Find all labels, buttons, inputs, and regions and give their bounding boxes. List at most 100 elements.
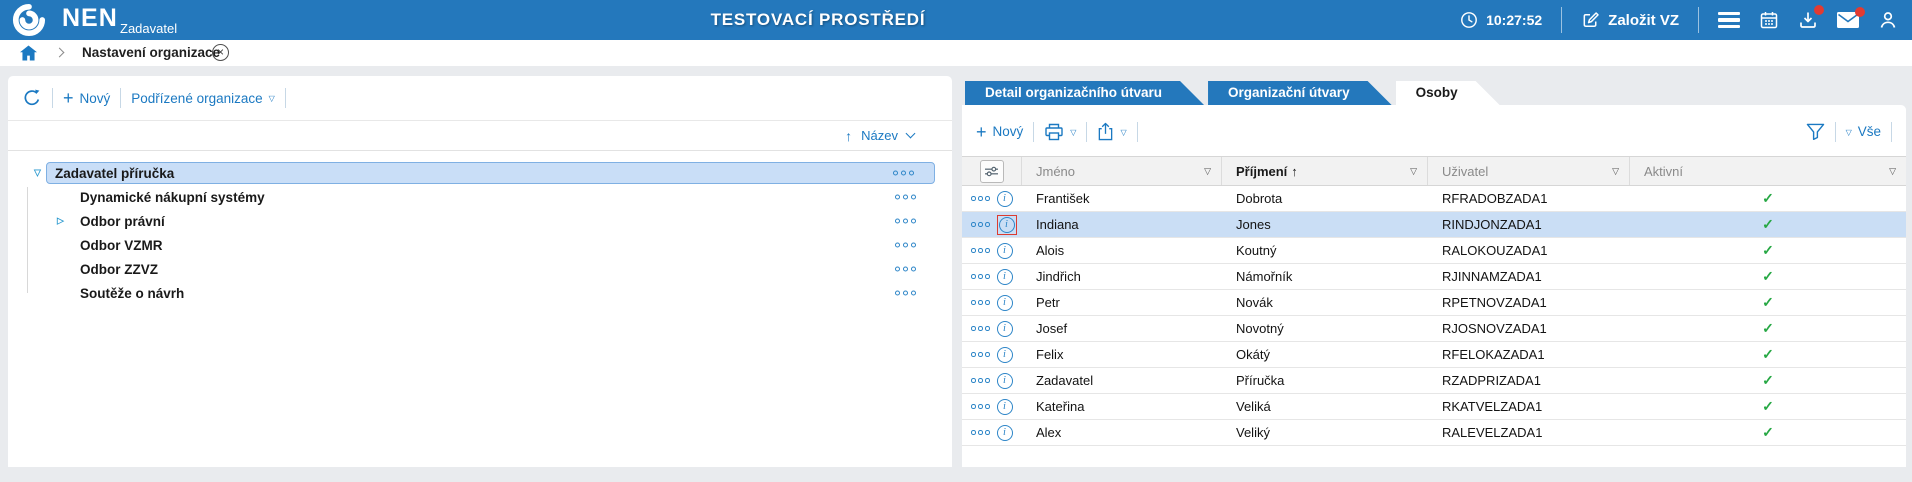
view-all-dropdown[interactable]: ▽ Vše	[1846, 124, 1881, 139]
active-check-icon: ✓	[1762, 242, 1774, 258]
row-menu-icon[interactable]	[971, 352, 990, 357]
row-menu-icon[interactable]	[971, 300, 990, 305]
mail-icon[interactable]	[1837, 7, 1865, 28]
mail-notification-badge	[1855, 7, 1865, 17]
new-org-label: Nový	[79, 90, 111, 106]
column-filter-icon[interactable]: ▽	[1410, 166, 1417, 177]
export-button[interactable]: ▽	[1097, 122, 1127, 141]
chevron-down-icon	[905, 128, 916, 139]
user-icon[interactable]	[1878, 10, 1898, 30]
column-filter-icon[interactable]: ▽	[1889, 166, 1896, 177]
refresh-icon[interactable]	[22, 88, 42, 108]
active-check-icon: ✓	[1762, 320, 1774, 336]
expander-expanded-icon[interactable]: ▽	[34, 168, 41, 179]
tree-item-highlight[interactable]: Zadavatel příručka	[46, 162, 935, 184]
cell-uzivatel: RPETNOVZADA1	[1442, 295, 1547, 310]
tree-item[interactable]: Odbor ZZVZ	[8, 257, 952, 281]
cell-uzivatel: RFELOKAZADA1	[1442, 347, 1545, 362]
tab-organizacni-utvary[interactable]: Organizační útvary	[1208, 81, 1392, 105]
row-menu-icon[interactable]	[895, 242, 916, 248]
expander-collapsed-icon[interactable]: ▷	[57, 216, 64, 227]
cell-uzivatel: RFRADOBZADA1	[1442, 191, 1548, 206]
column-header-prijmeni[interactable]: Příjmení ↑ ▽	[1222, 157, 1428, 185]
table-row[interactable]: i Jindřich Námořník RJINNAMZADA1 ✓	[962, 264, 1906, 290]
column-header-jmeno[interactable]: Jméno ▽	[1022, 157, 1222, 185]
new-org-button[interactable]: + Nový	[63, 89, 111, 107]
table-row[interactable]: i Zadavatel Příručka RZADPRIZADA1 ✓	[962, 368, 1906, 394]
download-icon[interactable]	[1798, 5, 1824, 30]
close-page-icon[interactable]: ×	[212, 44, 229, 61]
detail-tabs: Detail organizačního útvaru Organizační …	[965, 81, 1504, 105]
column-settings-button[interactable]	[979, 159, 1004, 183]
focus-ring: i	[996, 214, 1017, 235]
download-notification-badge	[1814, 5, 1824, 15]
cell-jmeno: Kateřina	[1036, 399, 1085, 414]
tree-item[interactable]: Odbor VZMR	[8, 233, 952, 257]
row-menu-icon[interactable]	[971, 222, 990, 227]
persons-panel: + Nový ▽ ▽ ▽ Vše Jméno ▽ Příjmení ↑ ▽ Už…	[962, 105, 1906, 467]
info-icon[interactable]: i	[996, 320, 1013, 337]
filter-funnel-icon[interactable]	[1806, 123, 1825, 140]
table-row[interactable]: i Kateřina Veliká RKATVELZADA1 ✓	[962, 394, 1906, 420]
row-menu-icon[interactable]	[971, 404, 990, 409]
row-menu-icon[interactable]	[971, 430, 990, 435]
row-menu-icon[interactable]	[895, 194, 916, 200]
row-menu-icon[interactable]	[893, 170, 914, 176]
column-header-uzivatel[interactable]: Uživatel ▽	[1428, 157, 1630, 185]
table-row[interactable]: i Alois Koutný RALOKOUZADA1 ✓	[962, 238, 1906, 264]
menu-icon[interactable]	[1718, 11, 1740, 29]
tree-item[interactable]: Soutěže o návrh	[8, 281, 952, 305]
cell-prijmeni: Okátý	[1236, 347, 1270, 362]
info-icon[interactable]: i	[996, 190, 1013, 207]
active-check-icon: ✓	[1762, 216, 1774, 232]
column-filter-icon[interactable]: ▽	[1204, 166, 1211, 177]
tree-item-label[interactable]: Odbor ZZVZ	[80, 262, 158, 277]
row-menu-icon[interactable]	[971, 248, 990, 253]
info-icon[interactable]: i	[996, 346, 1013, 363]
row-menu-icon[interactable]	[971, 274, 990, 279]
table-row[interactable]: i František Dobrota RFRADOBZADA1 ✓	[962, 186, 1906, 212]
tab-osoby[interactable]: Osoby	[1396, 81, 1500, 105]
info-icon[interactable]: i	[996, 424, 1013, 441]
suborg-dropdown[interactable]: Podřízené organizace ▽	[131, 91, 275, 106]
tree-item-label[interactable]: Soutěže o návrh	[80, 286, 184, 301]
row-menu-icon[interactable]	[971, 326, 990, 331]
tree-item[interactable]: Dynamické nákupní systémy	[8, 185, 952, 209]
tree-item[interactable]: ▷ Odbor právní	[8, 209, 952, 233]
table-row[interactable]: i Felix Okátý RFELOKAZADA1 ✓	[962, 342, 1906, 368]
calendar-icon[interactable]	[1759, 10, 1779, 30]
print-button[interactable]: ▽	[1044, 123, 1076, 141]
info-icon[interactable]: i	[998, 216, 1015, 233]
home-icon[interactable]	[20, 45, 37, 61]
info-icon[interactable]: i	[996, 294, 1013, 311]
row-menu-icon[interactable]	[895, 218, 916, 224]
tree-item-selected[interactable]: ▽ Zadavatel příručka	[8, 161, 952, 185]
column-label: Aktivní	[1644, 163, 1684, 179]
column-header-aktivni[interactable]: Aktivní ▽	[1630, 157, 1906, 185]
tab-detail-utvaru[interactable]: Detail organizačního útvaru	[965, 81, 1204, 105]
tree-sort-control[interactable]: ↑ Název	[8, 121, 952, 151]
filter-controls: ▽ Vše	[1806, 121, 1892, 142]
toolbar-separator	[52, 88, 53, 108]
tree-item-label[interactable]: Odbor VZMR	[80, 238, 163, 253]
header-separator	[1698, 7, 1699, 33]
table-row[interactable]: i Petr Novák RPETNOVZADA1 ✓	[962, 290, 1906, 316]
row-menu-icon[interactable]	[971, 378, 990, 383]
column-filter-icon[interactable]: ▽	[1612, 166, 1619, 177]
table-row-selected[interactable]: i Indiana Jones RINDJONZADA1 ✓	[962, 212, 1906, 238]
column-label: Příjmení	[1236, 163, 1288, 179]
row-menu-icon[interactable]	[895, 290, 916, 296]
table-row[interactable]: i Josef Novotný RJOSNOVZADA1 ✓	[962, 316, 1906, 342]
row-menu-icon[interactable]	[971, 196, 990, 201]
info-icon[interactable]: i	[996, 268, 1013, 285]
dropdown-triangle-icon: ▽	[268, 94, 275, 103]
info-icon[interactable]: i	[996, 372, 1013, 389]
create-vz-button[interactable]: Založit VZ	[1581, 11, 1679, 30]
info-icon[interactable]: i	[996, 398, 1013, 415]
tree-item-label[interactable]: Dynamické nákupní systémy	[80, 190, 265, 205]
new-person-button[interactable]: + Nový	[976, 123, 1023, 141]
tree-item-label[interactable]: Odbor právní	[80, 214, 165, 229]
row-menu-icon[interactable]	[895, 266, 916, 272]
info-icon[interactable]: i	[996, 242, 1013, 259]
table-row[interactable]: i Alex Veliký RALEVELZADA1 ✓	[962, 420, 1906, 446]
